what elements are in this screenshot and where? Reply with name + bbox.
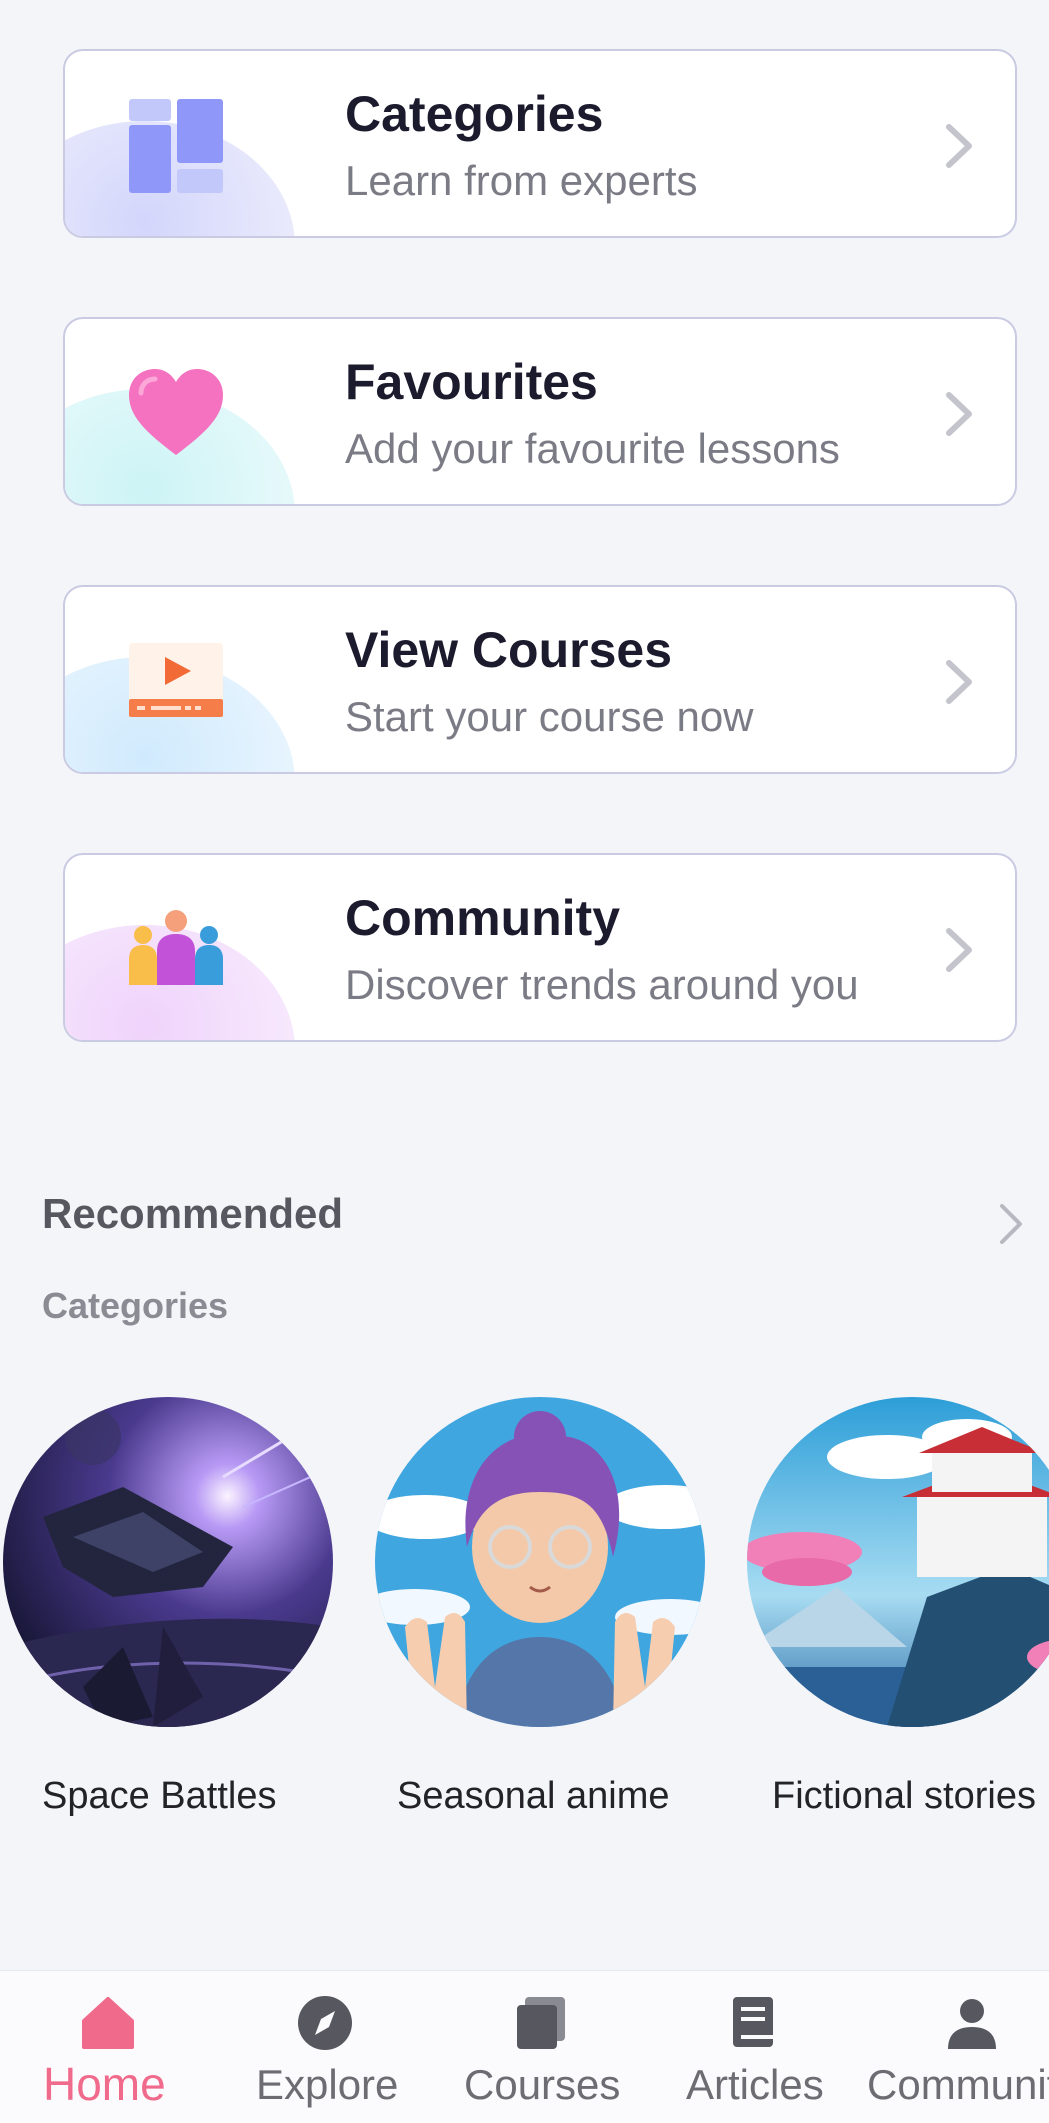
chevron-right-icon xyxy=(939,121,979,171)
seasonal-anime-image xyxy=(375,1397,705,1727)
category-label: Fictional stories xyxy=(772,1775,1036,1817)
fictional-stories-image xyxy=(747,1397,1049,1727)
nav-item-explore[interactable]: Explore xyxy=(215,1971,430,2123)
courses-icon xyxy=(511,1993,571,2053)
nav-label: Articles xyxy=(686,2061,824,2108)
category-label: Seasonal anime xyxy=(397,1775,670,1817)
nav-label: Explore xyxy=(256,2061,399,2108)
nav-label: Courses xyxy=(464,2061,621,2108)
chevron-right-icon[interactable] xyxy=(994,1200,1026,1248)
recommended-subheading: Categories xyxy=(42,1285,229,1326)
articles-icon xyxy=(723,1993,783,2053)
home-icon xyxy=(78,1993,138,2053)
grid-icon xyxy=(127,97,225,195)
menu-card-title: View Courses xyxy=(345,622,673,678)
menu-card-view-courses[interactable]: View Courses Start your course now xyxy=(63,585,1017,774)
menu-card-favourites[interactable]: Favourites Add your favourite lessons xyxy=(63,317,1017,506)
menu-card-subtitle: Start your course now xyxy=(345,693,754,740)
category-item[interactable]: Fictional stories xyxy=(747,1397,1049,1817)
menu-card-subtitle: Learn from experts xyxy=(345,157,698,204)
bottom-navigation: Home Explore Courses Articles Communi xyxy=(0,1970,1049,2123)
menu-card-title: Community xyxy=(345,890,620,946)
chevron-right-icon xyxy=(939,389,979,439)
category-label: Space Battles xyxy=(42,1775,277,1817)
menu-card-categories[interactable]: Categories Learn from experts xyxy=(63,49,1017,238)
menu-card-subtitle: Discover trends around you xyxy=(345,961,859,1008)
nav-label: Home xyxy=(43,2058,166,2110)
recommended-heading: Recommended xyxy=(42,1190,344,1237)
menu-card-subtitle: Add your favourite lessons xyxy=(345,425,840,472)
menu-card-title: Categories xyxy=(345,86,604,142)
video-icon xyxy=(127,633,225,731)
nav-item-courses[interactable]: Courses xyxy=(430,1971,645,2123)
category-item[interactable]: Space Battles xyxy=(3,1397,333,1817)
category-item[interactable]: Seasonal anime xyxy=(375,1397,705,1817)
chevron-right-icon xyxy=(939,925,979,975)
chevron-right-icon xyxy=(939,657,979,707)
heart-icon xyxy=(127,365,225,463)
menu-list: Categories Learn from experts Favourites… xyxy=(63,49,1017,1121)
nav-item-home[interactable]: Home xyxy=(0,1971,215,2123)
people-icon xyxy=(127,901,225,999)
menu-card-community[interactable]: Community Discover trends around you xyxy=(63,853,1017,1042)
compass-icon xyxy=(295,1993,355,2053)
nav-item-articles[interactable]: Articles xyxy=(645,1971,860,2123)
person-icon xyxy=(942,1993,1002,2053)
nav-item-community[interactable]: Community xyxy=(860,1971,1049,2123)
nav-label: Community xyxy=(867,2061,1049,2108)
menu-card-title: Favourites xyxy=(345,354,598,410)
space-battles-image xyxy=(3,1397,333,1727)
